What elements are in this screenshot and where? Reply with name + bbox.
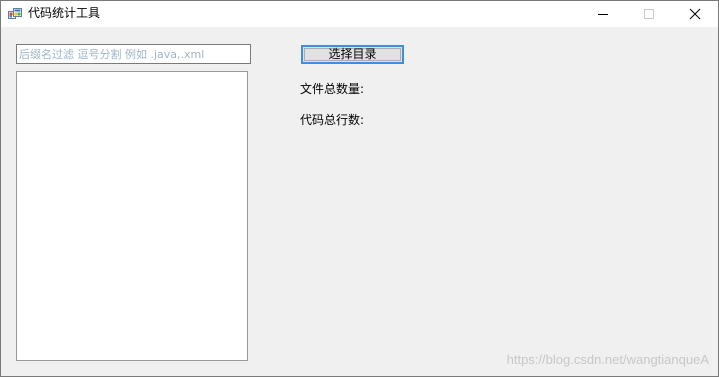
window-title: 代码统计工具 <box>28 6 101 20</box>
title-bar[interactable]: 代码统计工具 <box>1 1 718 27</box>
file-list-box[interactable] <box>16 71 248 361</box>
suffix-filter-input[interactable] <box>16 44 251 64</box>
close-button[interactable] <box>672 1 718 27</box>
close-icon <box>689 8 701 20</box>
choose-directory-button[interactable]: 选择目录 <box>301 45 404 64</box>
maximize-button[interactable] <box>626 1 672 27</box>
watermark-text: https://blog.csdn.net/wangtianqueA <box>506 352 709 367</box>
maximize-icon <box>644 9 654 19</box>
app-window: 代码统计工具 选择目录 文件总数量: 代码总行数: https://blog.c… <box>0 0 719 377</box>
choose-directory-label: 选择目录 <box>328 47 377 61</box>
minimize-icon <box>598 14 608 15</box>
file-count-label: 文件总数量: <box>300 82 365 96</box>
minimize-button[interactable] <box>580 1 626 27</box>
winforms-app-icon[interactable] <box>8 7 22 21</box>
line-count-label: 代码总行数: <box>300 113 365 127</box>
